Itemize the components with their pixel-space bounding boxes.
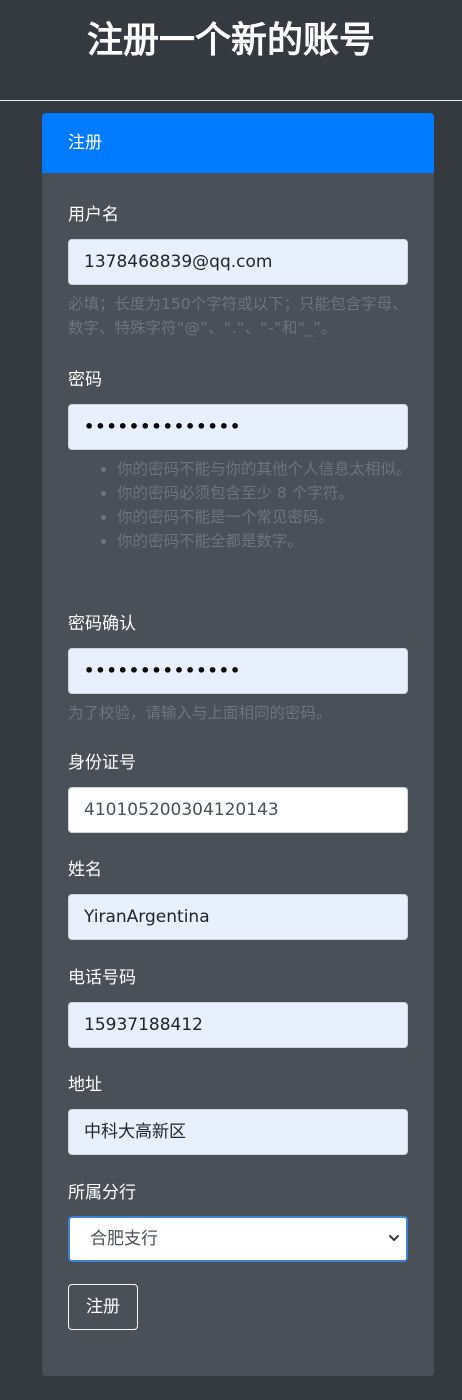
- password-confirm-input[interactable]: ••••••••••••••: [68, 648, 408, 694]
- title-divider: [0, 100, 462, 101]
- password-confirm-help-text: 为了校验，请输入与上面相同的密码。: [68, 704, 332, 722]
- id-number-label: 身份证号: [68, 753, 136, 773]
- name-input[interactable]: YiranArgentina: [68, 894, 408, 940]
- branch-label: 所属分行: [68, 1183, 136, 1203]
- address-input[interactable]: 中科大高新区: [68, 1109, 408, 1155]
- username-input[interactable]: 1378468839@qq.com: [68, 239, 408, 285]
- password-help-item: 你的密码不能是一个常见密码。: [117, 505, 434, 529]
- id-number-input[interactable]: 410105200304120143: [68, 787, 408, 833]
- address-label: 地址: [68, 1075, 102, 1095]
- phone-input[interactable]: 15937188412: [68, 1002, 408, 1048]
- page-title: 注册一个新的账号: [86, 20, 375, 61]
- password-label: 密码: [68, 370, 102, 390]
- card-header: 注册: [42, 113, 434, 173]
- password-confirm-label: 密码确认: [68, 614, 136, 634]
- chevron-down-icon: [389, 1235, 399, 1241]
- branch-select[interactable]: 合肥支行: [68, 1216, 408, 1262]
- register-card: 注册 用户名 1378468839@qq.com 必填；长度为150个字符或以下…: [42, 113, 434, 1376]
- submit-button[interactable]: 注册: [68, 1284, 138, 1330]
- password-input[interactable]: ••••••••••••••: [68, 404, 408, 450]
- username-label: 用户名: [68, 205, 119, 225]
- name-label: 姓名: [68, 860, 102, 880]
- phone-label: 电话号码: [68, 968, 136, 988]
- password-help-list: 你的密码不能与你的其他个人信息太相似。 你的密码必须包含至少 8 个字符。 你的…: [68, 457, 434, 553]
- password-help-item: 你的密码不能全都是数字。: [117, 529, 434, 553]
- password-help-item: 你的密码必须包含至少 8 个字符。: [117, 481, 434, 505]
- branch-selected-value: 合肥支行: [90, 1229, 158, 1249]
- username-help-text: 必填；长度为150个字符或以下；只能包含字母、数字、特殊字符“@”、“.”、“-…: [68, 295, 408, 337]
- password-help-item: 你的密码不能与你的其他个人信息太相似。: [117, 457, 434, 481]
